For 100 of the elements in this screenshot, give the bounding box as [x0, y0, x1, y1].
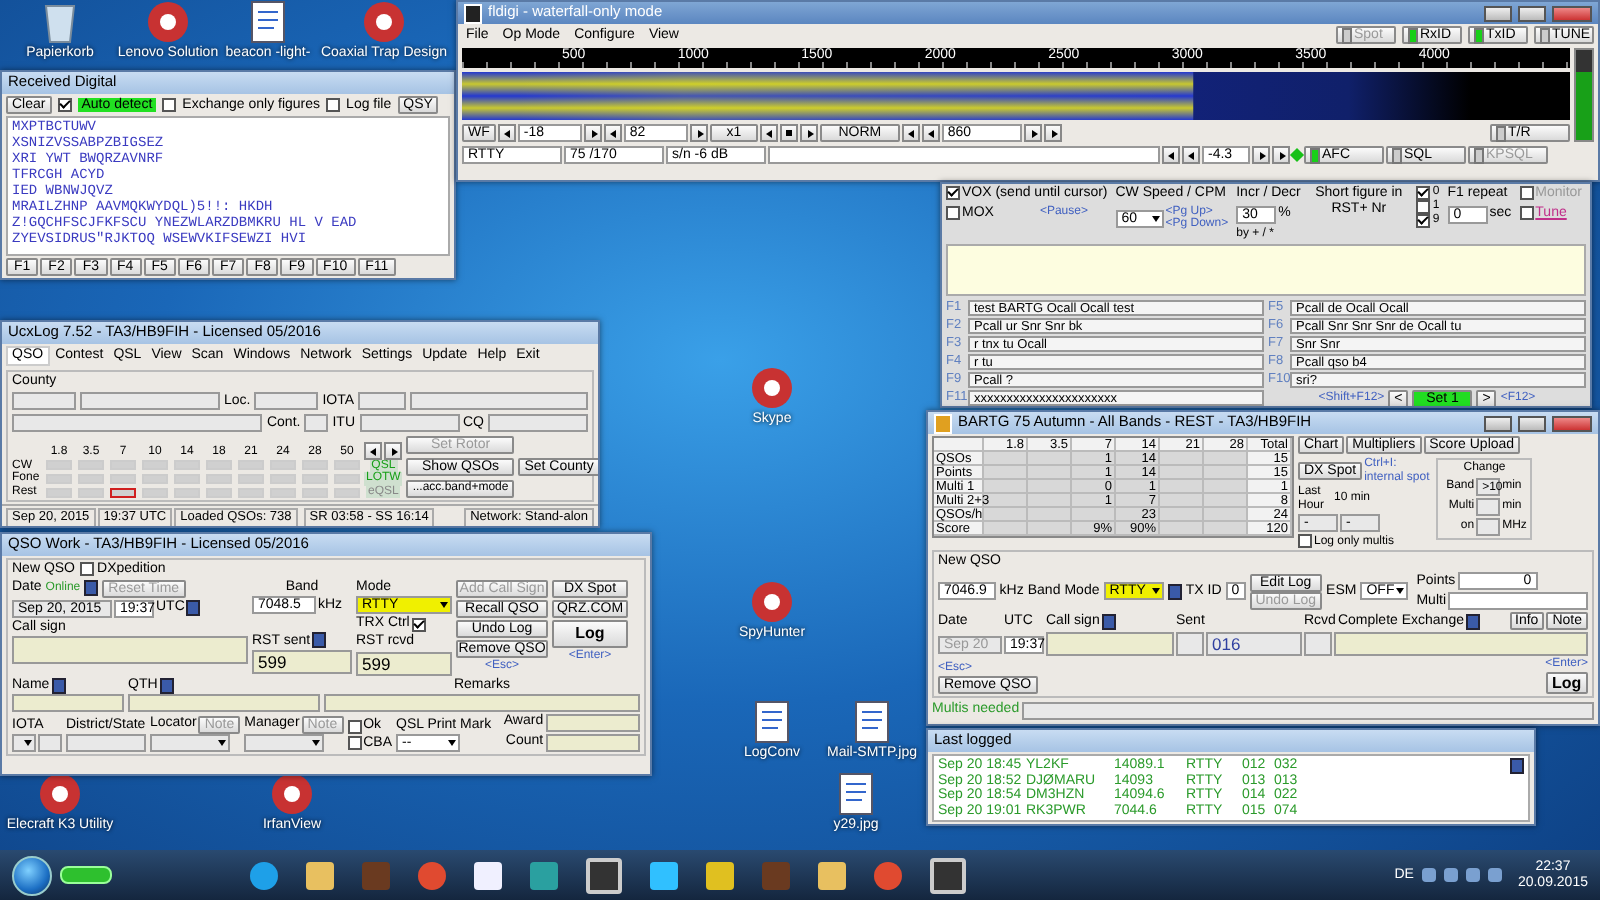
step-right-button[interactable] [799, 124, 818, 142]
step-left-button[interactable] [497, 124, 516, 142]
text-field[interactable] [304, 414, 329, 433]
exchange-field[interactable] [1334, 632, 1588, 657]
step-right-button[interactable] [1023, 124, 1042, 142]
checkbox[interactable] [1519, 206, 1534, 221]
checkbox[interactable] [1416, 214, 1431, 228]
app-icon[interactable] [38, 772, 82, 816]
fast-right-button[interactable] [1272, 146, 1290, 164]
district-field[interactable] [66, 733, 146, 752]
checkbox[interactable] [347, 719, 362, 734]
fast-left-button[interactable] [901, 124, 920, 142]
taskbar-app-icon[interactable] [818, 861, 846, 889]
text-field[interactable] [359, 414, 459, 433]
checkbox[interactable] [946, 206, 960, 221]
stop-button[interactable] [779, 124, 798, 142]
sent-number-field[interactable]: 016 [1206, 632, 1302, 657]
rcvd-field[interactable] [1304, 632, 1332, 657]
change-field[interactable] [1476, 497, 1501, 516]
help-icon[interactable] [84, 580, 99, 597]
checkbox[interactable] [1416, 186, 1431, 200]
count-field[interactable] [545, 733, 640, 752]
checkbox[interactable] [347, 736, 362, 751]
minimize-button[interactable] [1484, 415, 1512, 431]
rst-sent-field[interactable]: 599 [252, 650, 352, 675]
step-left-button[interactable] [1182, 146, 1200, 164]
document-icon[interactable] [854, 700, 890, 744]
text-field[interactable] [12, 392, 76, 411]
locator-dropdown[interactable] [150, 733, 230, 752]
trash-bin-icon[interactable] [42, 0, 78, 44]
app-icon [934, 413, 952, 433]
close-button[interactable] [1552, 5, 1592, 21]
checkbox[interactable] [162, 98, 177, 112]
checkbox[interactable] [411, 617, 426, 632]
document-icon[interactable] [754, 700, 790, 744]
taskbar-app-icon[interactable] [60, 866, 112, 884]
fast-right-button[interactable] [1043, 124, 1062, 142]
step-left-button[interactable] [759, 124, 778, 142]
checkbox[interactable] [79, 562, 94, 577]
qth-field[interactable] [128, 693, 320, 712]
call-sign-field[interactable] [12, 636, 248, 665]
app-icon [464, 3, 482, 23]
close-button[interactable] [1552, 415, 1592, 431]
iota-field[interactable] [38, 733, 62, 752]
step-right-button[interactable] [689, 124, 708, 142]
document-icon[interactable] [250, 0, 286, 44]
help-icon[interactable] [51, 677, 66, 694]
checkbox[interactable] [1416, 200, 1431, 214]
taskbar-app-icon[interactable] [930, 857, 966, 893]
maximize-button[interactable] [1518, 5, 1546, 21]
table-header-cell [934, 438, 984, 452]
checkbox[interactable] [57, 98, 72, 112]
checkbox[interactable] [946, 186, 960, 201]
log-button[interactable]: Log [552, 619, 628, 648]
step-left-button[interactable] [364, 441, 383, 460]
rst-rcvd-field[interactable]: 599 [356, 651, 452, 676]
taskbar-app-icon[interactable] [474, 861, 502, 889]
step-left-button[interactable] [921, 124, 940, 142]
taskbar-app-icon[interactable] [650, 861, 678, 889]
manager-dropdown[interactable] [244, 733, 325, 752]
document-icon[interactable] [838, 772, 874, 816]
help-icon[interactable] [1101, 613, 1116, 630]
app-icon[interactable] [270, 772, 314, 816]
app-icon[interactable] [750, 366, 794, 410]
text-field[interactable] [254, 392, 319, 411]
text-field[interactable] [410, 392, 588, 411]
iota-dropdown[interactable] [12, 733, 36, 752]
help-icon[interactable] [1466, 613, 1480, 630]
help-icon[interactable] [159, 677, 174, 694]
taskbar-app-icon[interactable] [250, 861, 278, 889]
remarks-field[interactable] [324, 693, 640, 712]
checkbox[interactable] [326, 98, 341, 112]
text-field[interactable] [488, 414, 588, 433]
award-field[interactable] [545, 713, 640, 732]
app-icon[interactable] [362, 0, 406, 44]
app-icon[interactable] [750, 580, 794, 624]
taskbar-app-icon[interactable] [706, 861, 734, 889]
step-left-button[interactable] [603, 124, 622, 142]
text-field[interactable] [80, 392, 220, 411]
change-field[interactable] [1476, 517, 1501, 536]
name-field[interactable] [12, 693, 124, 712]
taskbar-app-icon[interactable] [586, 857, 622, 893]
minimize-button[interactable] [1484, 5, 1512, 21]
call-sign-field[interactable] [1046, 632, 1174, 657]
taskbar-app-icon[interactable] [306, 861, 334, 889]
maximize-button[interactable] [1518, 415, 1546, 431]
text-field[interactable] [358, 392, 407, 411]
help-icon[interactable] [312, 632, 327, 649]
step-right-button[interactable] [1252, 146, 1270, 164]
sent-field[interactable] [1176, 632, 1204, 657]
app-icon[interactable] [146, 0, 190, 44]
step-right-button[interactable] [384, 441, 403, 460]
fast-left-button[interactable] [1162, 146, 1180, 164]
text-field[interactable] [12, 414, 263, 433]
start-button[interactable] [12, 855, 52, 895]
help-icon[interactable] [1167, 583, 1182, 600]
checkbox[interactable] [1298, 534, 1312, 549]
step-right-button[interactable] [583, 124, 602, 142]
log-button[interactable]: Log [1545, 671, 1588, 694]
help-icon[interactable] [186, 600, 201, 617]
